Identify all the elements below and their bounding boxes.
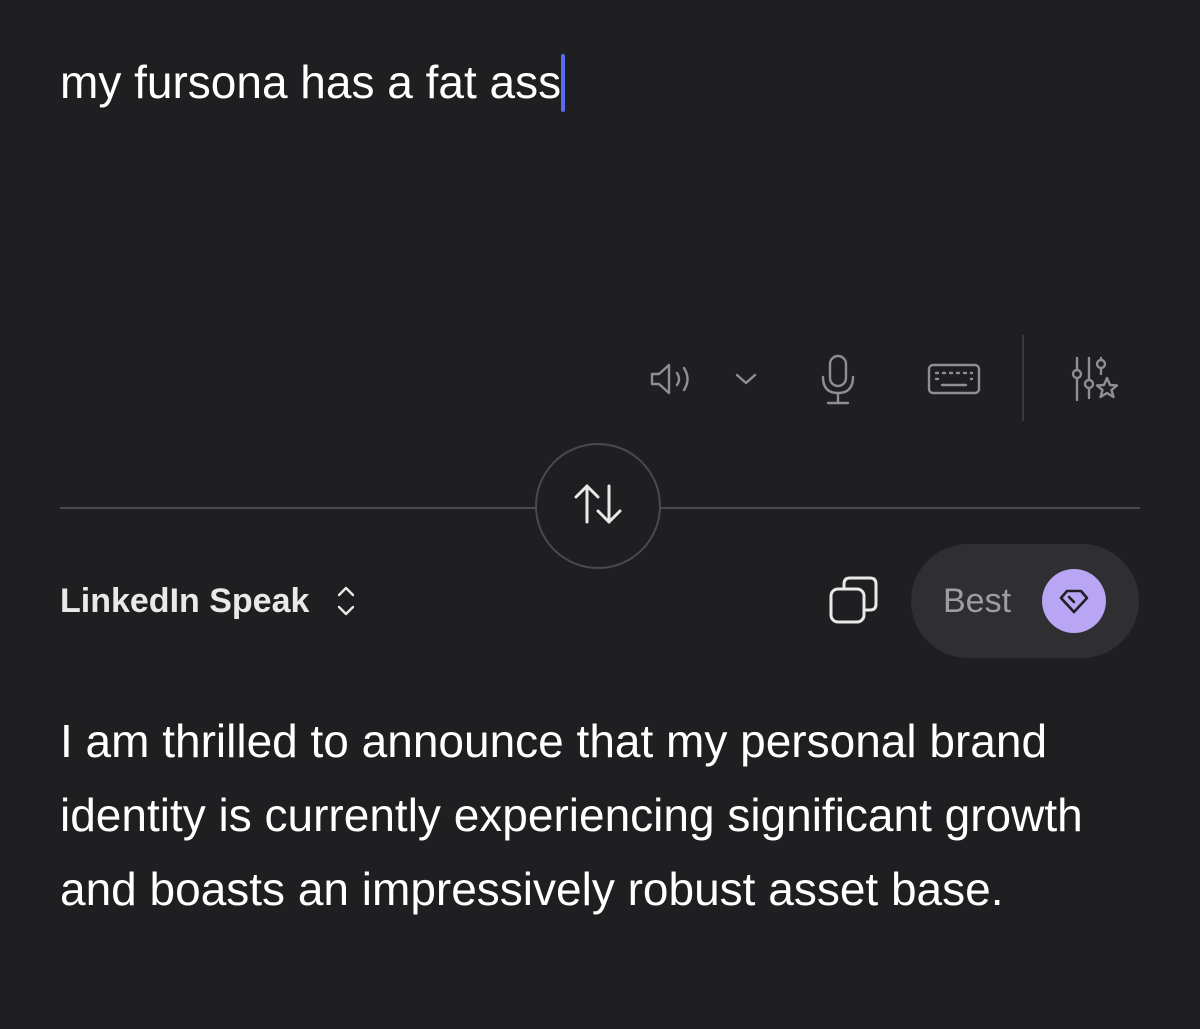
- quality-label: Best: [943, 582, 1012, 620]
- voice-options-button[interactable]: [728, 365, 764, 393]
- sliders-star-icon: [1067, 352, 1123, 408]
- swap-button[interactable]: [535, 443, 661, 569]
- chevron-up-down-icon: [335, 582, 357, 620]
- keyboard-button[interactable]: [924, 359, 984, 399]
- translated-output: I am thrilled to announce that my person…: [60, 715, 1083, 915]
- chevron-down-icon: [732, 370, 760, 388]
- microphone-icon: [816, 353, 860, 407]
- swap-arrows-icon: [568, 478, 628, 535]
- microphone-button[interactable]: [812, 351, 864, 409]
- gem-icon: [1042, 569, 1106, 633]
- customize-button[interactable]: [1066, 351, 1124, 409]
- toolbar-divider: [1022, 335, 1024, 421]
- source-input[interactable]: my fursona has a fat ass: [60, 52, 1140, 112]
- copy-icon: [827, 573, 881, 632]
- translator-screen: { "source": { "text": "my fursona has a …: [0, 0, 1200, 1029]
- copy-button[interactable]: [826, 574, 882, 630]
- speaker-icon: [648, 359, 700, 399]
- speaker-button[interactable]: [646, 357, 702, 401]
- mode-label: LinkedIn Speak: [60, 581, 310, 620]
- source-text[interactable]: my fursona has a fat ass: [60, 56, 561, 108]
- keyboard-icon: [926, 361, 982, 397]
- mode-selector[interactable]: LinkedIn Speak: [60, 578, 357, 624]
- text-caret: [561, 54, 566, 112]
- quality-selector[interactable]: Best: [911, 544, 1139, 658]
